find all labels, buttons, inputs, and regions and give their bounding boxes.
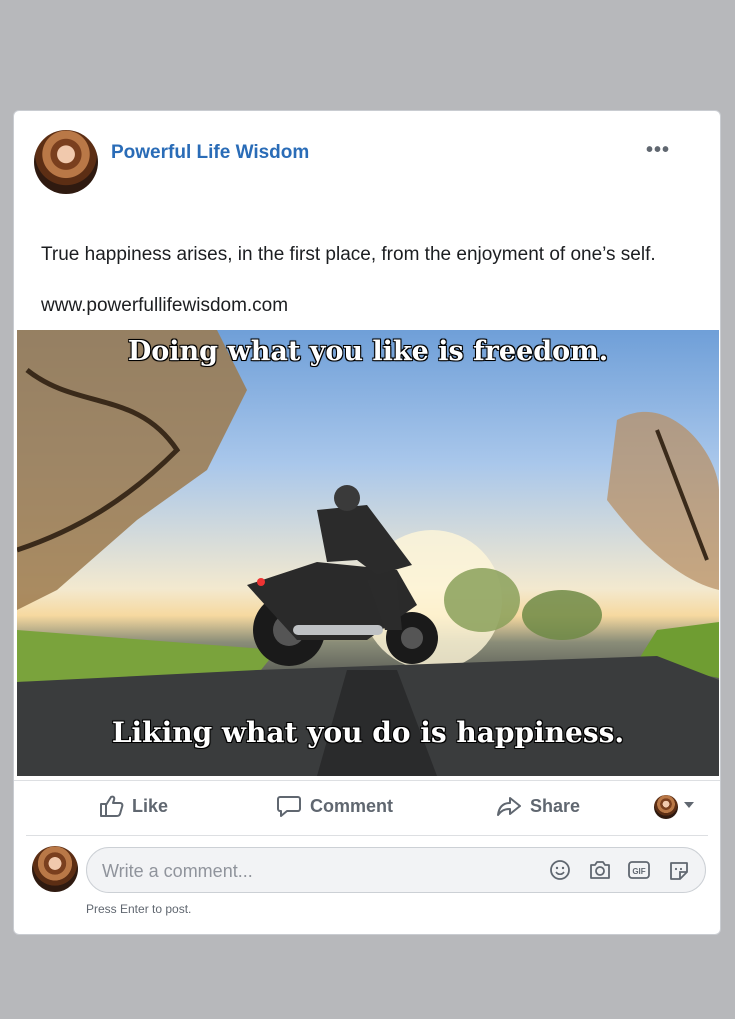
more-options-icon[interactable]: ••• xyxy=(646,139,670,162)
emoji-icon[interactable] xyxy=(549,859,571,881)
share-button[interactable]: Share xyxy=(496,794,580,818)
post-as-avatar[interactable] xyxy=(654,795,678,819)
like-button[interactable]: Like xyxy=(98,794,168,818)
comment-label: Comment xyxy=(310,795,394,816)
comment-placeholder: Write a comment... xyxy=(102,861,253,881)
share-label: Share xyxy=(530,795,581,816)
divider xyxy=(14,780,720,781)
user-avatar[interactable] xyxy=(32,846,78,892)
svg-text:GIF: GIF xyxy=(632,867,645,876)
sticker-icon[interactable] xyxy=(667,859,691,881)
comment-bubble-icon xyxy=(277,796,301,817)
post-image[interactable]: Doing what you like is freedom. Liking w… xyxy=(17,330,719,776)
image-top-caption: Doing what you like is freedom. xyxy=(127,336,609,367)
thumbs-up-icon xyxy=(100,795,124,817)
post-text: True happiness arises, in the first plac… xyxy=(41,244,656,265)
press-enter-hint: Press Enter to post. xyxy=(86,902,192,916)
page-name-link[interactable]: Powerful Life Wisdom xyxy=(111,142,309,164)
comment-input[interactable]: Write a comment... GIF xyxy=(86,847,706,893)
post-card: Powerful Life Wisdom ••• True happiness … xyxy=(13,110,721,935)
comment-button[interactable]: Comment xyxy=(276,794,393,818)
page-avatar[interactable] xyxy=(34,130,98,194)
divider xyxy=(26,835,708,836)
chevron-down-icon[interactable] xyxy=(684,802,694,808)
post-link[interactable]: www.powerfullifewisdom.com xyxy=(41,295,288,317)
motorcycle-scene xyxy=(17,330,719,776)
gif-icon[interactable]: GIF xyxy=(627,859,651,881)
share-arrow-icon xyxy=(497,797,521,816)
camera-icon[interactable] xyxy=(588,859,612,881)
image-bottom-caption: Liking what you do is happiness. xyxy=(111,716,625,749)
like-label: Like xyxy=(132,795,169,816)
